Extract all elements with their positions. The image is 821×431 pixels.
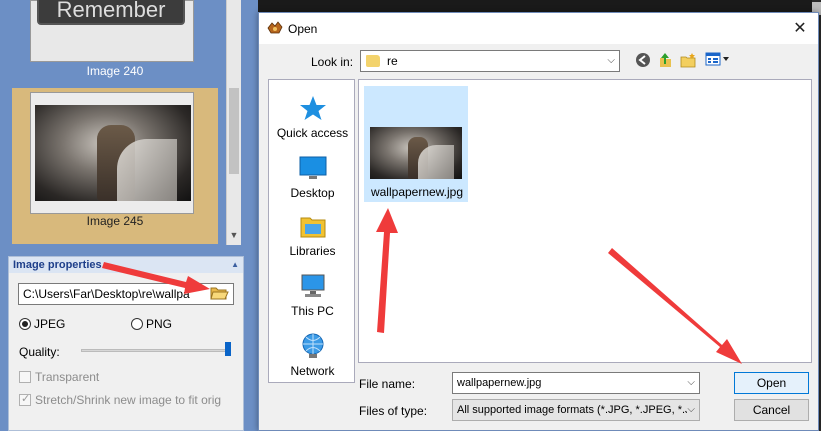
back-arrow-icon (636, 53, 650, 67)
scrollbar-thumb[interactable] (229, 88, 239, 174)
network-icon (302, 333, 323, 358)
places-sidebar: Quick access Desktop Libraries This PC N… (268, 79, 355, 383)
place-libraries[interactable]: Libraries (269, 212, 356, 258)
up-one-level-button[interactable] (655, 52, 675, 70)
cancel-button[interactable]: Cancel (734, 399, 809, 421)
place-this-pc[interactable]: This PC (269, 272, 356, 318)
panel-header[interactable]: Image properties ▲ (9, 257, 243, 273)
place-label: Libraries (289, 244, 336, 258)
format-radio-jpeg[interactable]: JPEG (19, 317, 65, 331)
thumbnail-item[interactable]: Remember Image 240 (12, 0, 218, 84)
thumbnail-banner-text: Remember (37, 0, 185, 25)
radio-unselected-icon (131, 318, 143, 330)
thumbnail-label: Image 240 (86, 64, 144, 78)
place-desktop[interactable]: Desktop (269, 154, 356, 200)
thumbnail-label: Image 245 (86, 214, 144, 228)
open-folder-icon (210, 287, 229, 300)
folder-icon (366, 55, 380, 67)
star-icon (299, 96, 326, 120)
view-menu-icon (705, 52, 729, 66)
open-button[interactable]: Open (734, 372, 809, 394)
chevron-down-icon: ⌵ (607, 55, 615, 66)
thumbnail-frame (30, 92, 194, 214)
chevron-down-icon: ⌵ (687, 400, 695, 420)
dialog-titlebar[interactable]: Open ✕ (259, 13, 818, 44)
thumbnail-scrollbar[interactable]: ▼ (226, 0, 241, 245)
transparent-checkbox[interactable]: Transparent (19, 370, 99, 384)
desktop-icon (299, 156, 326, 179)
format-radio-png[interactable]: PNG (131, 317, 172, 331)
quality-slider[interactable] (81, 349, 231, 352)
new-folder-button[interactable] (678, 52, 698, 70)
place-label: Desktop (290, 186, 335, 200)
collapse-chevron-icon[interactable]: ▲ (231, 257, 239, 273)
place-quick-access[interactable]: Quick access (269, 94, 356, 140)
chevron-down-icon[interactable]: ⌵ (687, 373, 695, 393)
view-menu-button[interactable] (704, 52, 732, 70)
browse-folder-button[interactable] (205, 284, 233, 304)
look-in-value: re (387, 54, 398, 68)
image-properties-panel: Image properties ▲ C:\Users\Far\Desktop\… (8, 256, 244, 431)
dialog-title: Open (288, 22, 318, 36)
file-name-input[interactable]: wallpapernew.jpg ⌵ (452, 372, 700, 394)
checkbox-label: Transparent (35, 370, 100, 384)
up-folder-icon (660, 53, 671, 67)
scroll-down-icon[interactable]: ▼ (229, 230, 239, 242)
file-type-value: All supported image formats (*.JPG, *.JP… (457, 404, 694, 416)
app-icon (267, 21, 283, 34)
close-button[interactable]: ✕ (786, 17, 814, 41)
close-icon: ✕ (793, 20, 807, 37)
place-label: Quick access (276, 126, 349, 140)
panel-title: Image properties (13, 259, 102, 271)
file-type-label: Files of type: (359, 404, 428, 418)
place-network[interactable]: Network (269, 332, 356, 378)
radio-label: PNG (146, 317, 173, 331)
file-name-label: File name: (359, 377, 416, 391)
look-in-dropdown[interactable]: re ⌵ (360, 50, 620, 72)
libraries-icon (300, 217, 325, 238)
open-file-dialog: Open ✕ Look in: re ⌵ Quick access Deskto… (258, 12, 819, 431)
quality-label: Quality: (19, 345, 60, 359)
file-name-label: wallpapernew.jpg (370, 185, 464, 199)
back-button[interactable] (633, 52, 653, 70)
checkbox-checked (19, 392, 31, 406)
quality-slider-handle[interactable] (225, 342, 231, 356)
thumbnail-item-selected[interactable]: Image 245 (12, 88, 218, 244)
file-thumbnail (370, 127, 462, 179)
new-folder-icon (680, 53, 696, 68)
file-type-dropdown[interactable]: All supported image formats (*.JPG, *.JP… (452, 399, 700, 421)
checkbox-box (19, 371, 31, 383)
thumbnail-image (35, 105, 191, 201)
thumbnail-frame: Remember (30, 0, 194, 62)
place-label: This PC (291, 304, 334, 318)
image-path-input[interactable]: C:\Users\Far\Desktop\re\wallpa (18, 283, 234, 305)
background-app-window: Remember Image 240 Image 245 ▼ Image pro… (0, 0, 258, 431)
checkbox-label: Stretch/Shrink new image to fit orig (35, 393, 222, 407)
file-name-value: wallpapernew.jpg (457, 377, 542, 389)
stretch-checkbox[interactable]: Stretch/Shrink new image to fit orig (19, 392, 222, 407)
radio-selected-icon (19, 318, 31, 330)
file-item-selected[interactable]: wallpapernew.jpg (364, 86, 468, 202)
computer-icon (301, 274, 324, 297)
place-label: Network (290, 364, 335, 378)
look-in-label: Look in: (311, 55, 354, 69)
radio-label: JPEG (34, 317, 66, 331)
thumbnail-list: Remember Image 240 Image 245 (8, 0, 240, 245)
file-list-view[interactable]: wallpapernew.jpg (358, 79, 812, 363)
